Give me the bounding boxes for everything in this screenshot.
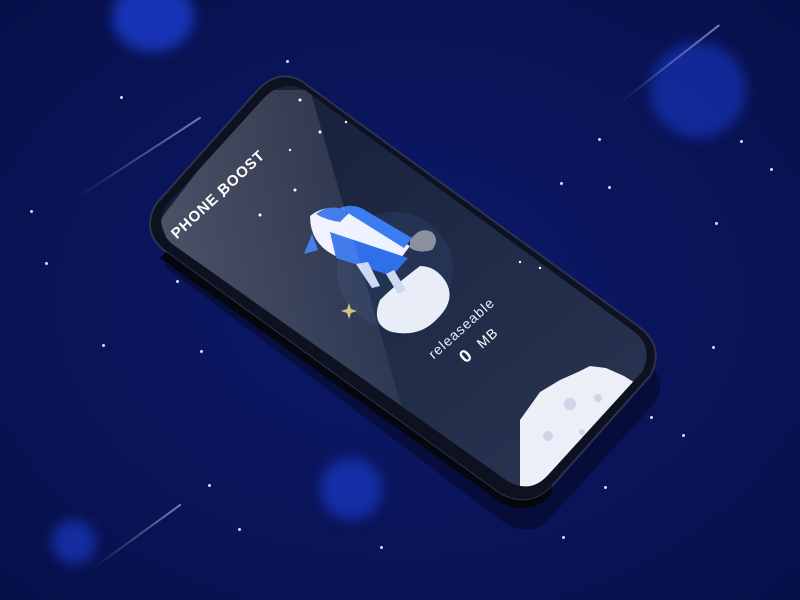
phone-mockup: PHONE BOOST releaseable 0MB	[0, 0, 800, 600]
phone-graphic	[148, 75, 661, 530]
